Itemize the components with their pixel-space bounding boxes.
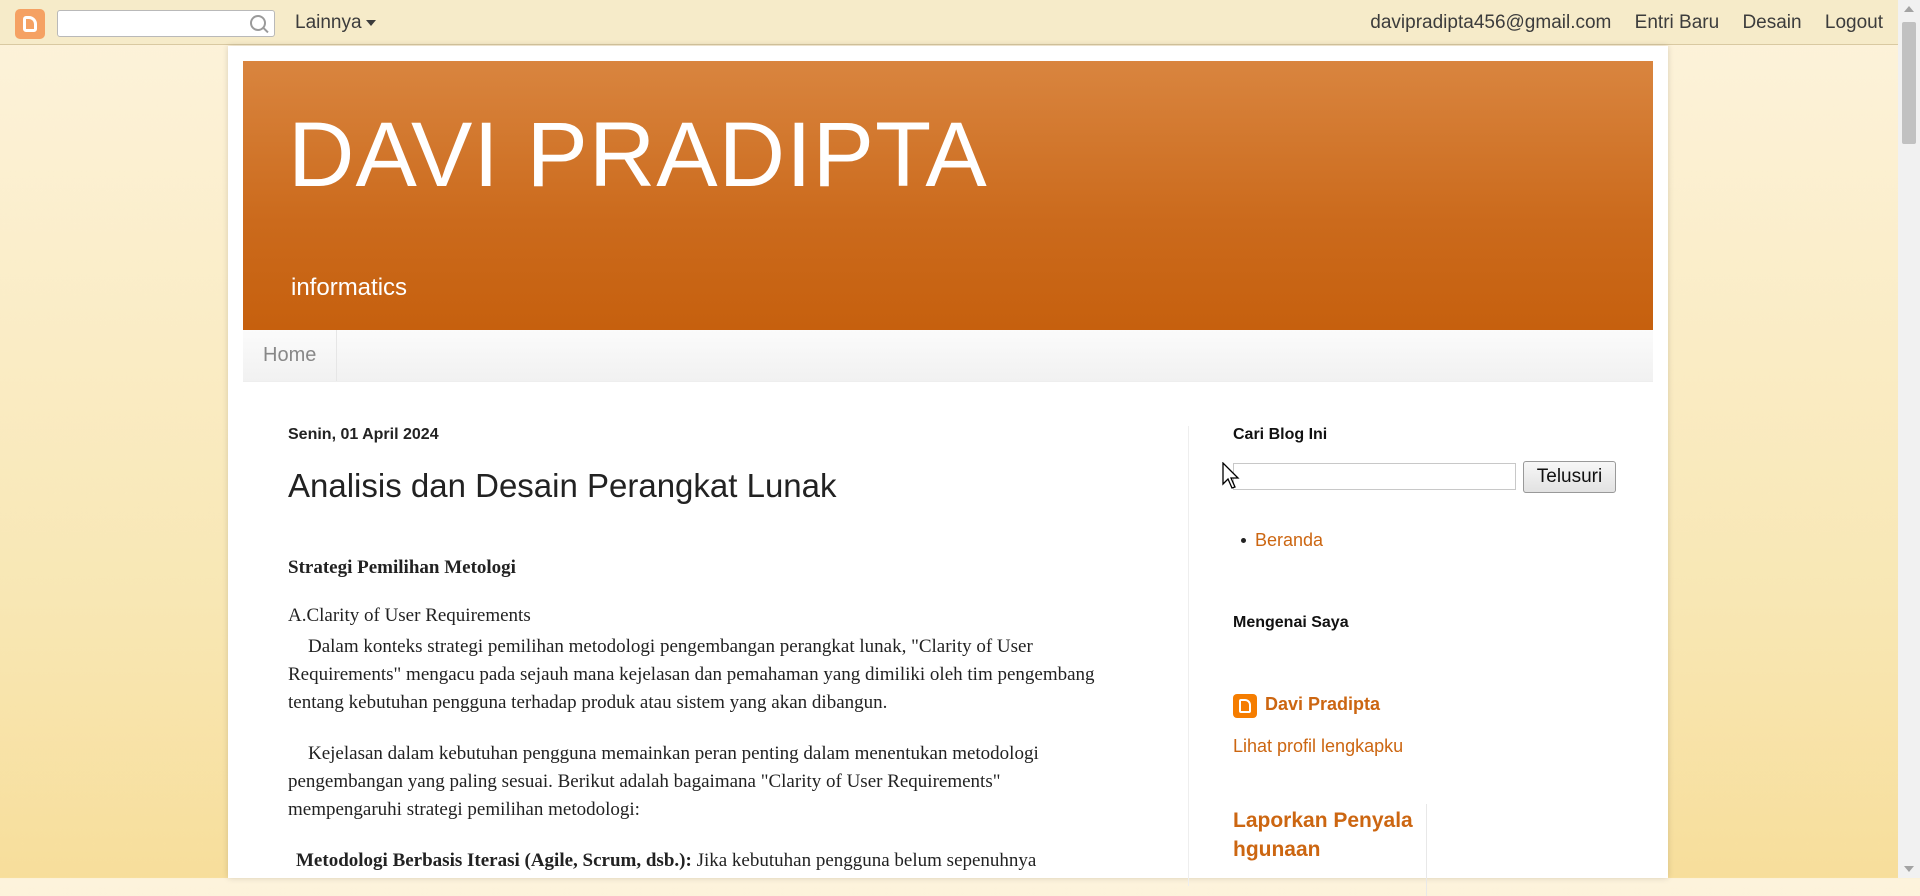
mouse-cursor-icon bbox=[1222, 462, 1240, 489]
more-menu-button[interactable]: Lainnya bbox=[295, 12, 376, 34]
paragraph-2: Kejelasan dalam kebutuhan pengguna memai… bbox=[288, 743, 1039, 820]
page-tabs: Home bbox=[243, 330, 1653, 382]
report-abuse-link[interactable]: Laporkan Penyalahgunaan bbox=[1233, 806, 1418, 864]
post-date: Senin, 01 April 2024 bbox=[288, 426, 439, 443]
scroll-thumb[interactable] bbox=[1902, 22, 1916, 144]
blog-description: informatics bbox=[291, 274, 408, 301]
blog-search-input[interactable] bbox=[1233, 463, 1516, 490]
page-scrollbar[interactable] bbox=[1898, 0, 1920, 878]
scroll-up-icon[interactable] bbox=[1904, 6, 1914, 12]
chevron-down-icon bbox=[365, 19, 376, 26]
sidebar-item-beranda[interactable]: Beranda bbox=[1240, 530, 1323, 551]
design-link[interactable]: Desain bbox=[1742, 12, 1801, 33]
subheading: A.Clarity of User Requirements bbox=[288, 605, 531, 626]
blog-title[interactable]: DAVI PRADIPTA bbox=[288, 103, 988, 208]
report-divider bbox=[1426, 804, 1427, 896]
more-menu-label: Lainnya bbox=[295, 12, 362, 33]
logout-link[interactable]: Logout bbox=[1825, 12, 1883, 33]
search-widget-title: Cari Blog Ini bbox=[1233, 426, 1328, 443]
navbar-account-links: davipradipta456@gmail.com Entri Baru Des… bbox=[1352, 12, 1883, 34]
account-email[interactable]: davipradipta456@gmail.com bbox=[1370, 12, 1611, 33]
list-item-bold: Metodologi Berbasis Iterasi (Agile, Scru… bbox=[296, 850, 692, 871]
blogger-logo-icon[interactable] bbox=[15, 9, 45, 39]
navbar-search-input[interactable] bbox=[57, 10, 275, 37]
list-item-text: Jika kebutuhan pengguna belum sepenuhnya bbox=[691, 850, 1037, 871]
paragraph-1: Dalam konteks strategi pemilihan metodol… bbox=[288, 636, 1095, 713]
full-profile-link[interactable]: Lihat profil lengkapku bbox=[1233, 736, 1403, 757]
search-button[interactable]: Telusuri bbox=[1523, 461, 1616, 493]
profile-name-link[interactable]: Davi Pradipta bbox=[1265, 694, 1380, 715]
list-item: Metodologi Berbasis Iterasi (Agile, Scru… bbox=[296, 847, 1036, 875]
new-post-link[interactable]: Entri Baru bbox=[1635, 12, 1719, 33]
column-divider bbox=[1188, 426, 1189, 886]
blogger-profile-icon bbox=[1233, 694, 1257, 718]
post-title[interactable]: Analisis dan Desain Perangkat Lunak bbox=[288, 467, 837, 505]
search-icon[interactable] bbox=[250, 15, 266, 31]
scroll-down-icon[interactable] bbox=[1904, 866, 1914, 872]
tab-home[interactable]: Home bbox=[243, 330, 338, 381]
blogger-navbar: Lainnya davipradipta456@gmail.com Entri … bbox=[0, 0, 1920, 45]
blog-header: DAVI PRADIPTA informatics bbox=[243, 61, 1653, 330]
about-widget-title: Mengenai Saya bbox=[1233, 614, 1349, 631]
section-heading: Strategi Pemilihan Metologi bbox=[288, 557, 516, 578]
